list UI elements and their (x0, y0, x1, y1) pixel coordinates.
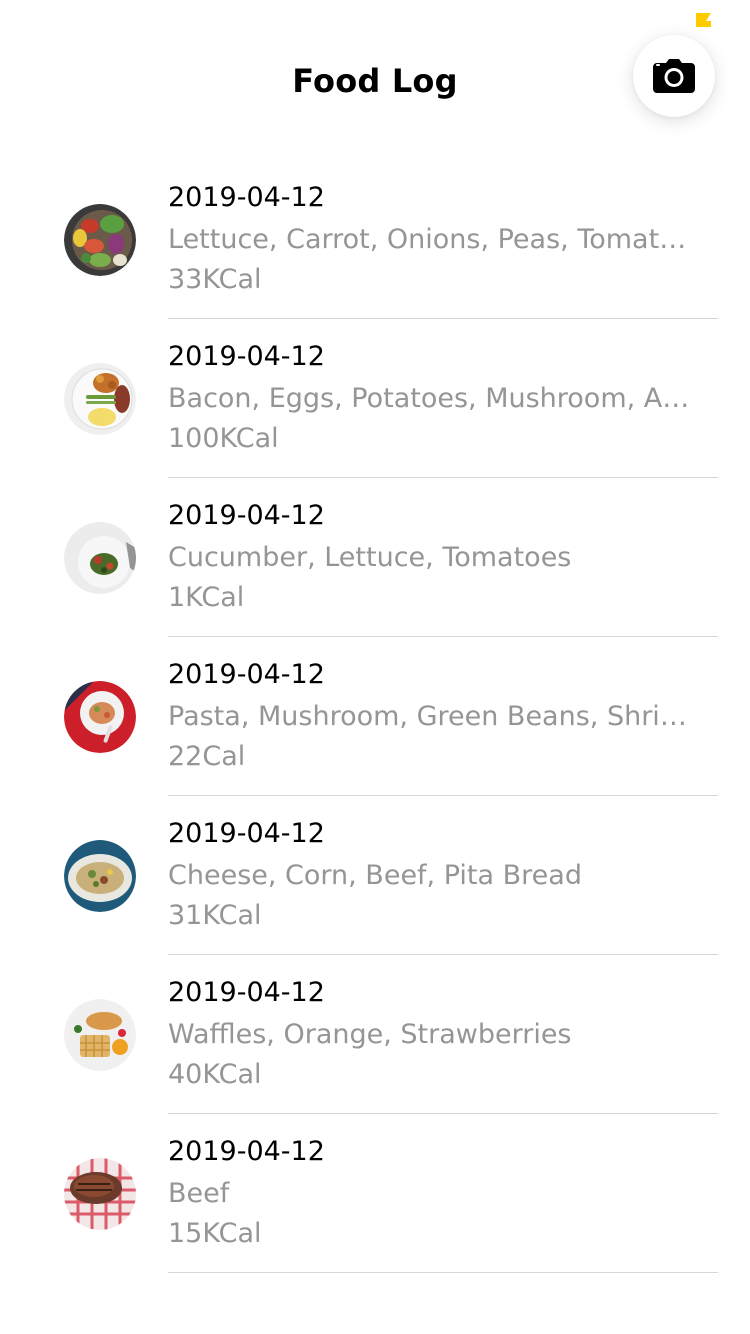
camera-button[interactable] (633, 35, 715, 117)
entry-calories: 22Cal (168, 741, 246, 772)
list-item[interactable]: 2019-04-12 Lettuce, Carrot, Onions, Peas… (0, 160, 750, 319)
beef-roast-thumbnail (64, 1158, 136, 1230)
status-indicator-icon (696, 12, 711, 27)
salad-bowl-thumbnail (64, 204, 136, 276)
entry-ingredients: Beef (168, 1178, 230, 1209)
entry-date: 2019-04-12 (168, 341, 325, 372)
entry-ingredients: Cheese, Corn, Beef, Pita Bread (168, 860, 582, 891)
camera-icon (653, 59, 695, 93)
entry-ingredients: Waffles, Orange, Strawberries (168, 1019, 572, 1050)
entry-calories: 1KCal (168, 582, 245, 613)
list-item[interactable]: 2019-04-12 Beef 15KCal (0, 1114, 750, 1273)
entry-ingredients: Pasta, Mushroom, Green Beans, Shrimp (168, 701, 693, 732)
list-item[interactable]: 2019-04-12 Bacon, Eggs, Potatoes, Mushro… (0, 319, 750, 478)
food-log-list: 2019-04-12 Lettuce, Carrot, Onions, Peas… (0, 160, 750, 1273)
entry-calories: 15KCal (168, 1218, 262, 1249)
entry-date: 2019-04-12 (168, 818, 325, 849)
entry-ingredients: Lettuce, Carrot, Onions, Peas, Tomatoes (168, 224, 693, 255)
waffle-plate-thumbnail (64, 999, 136, 1071)
list-item[interactable]: 2019-04-12 Waffles, Orange, Strawberries… (0, 955, 750, 1114)
pita-plate-thumbnail (64, 840, 136, 912)
entry-date: 2019-04-12 (168, 1136, 325, 1167)
entry-calories: 100KCal (168, 423, 279, 454)
breakfast-plate-thumbnail (64, 363, 136, 435)
green-salad-thumbnail (64, 522, 136, 594)
list-item[interactable]: 2019-04-12 Cucumber, Lettuce, Tomatoes 1… (0, 478, 750, 637)
entry-date: 2019-04-12 (168, 500, 325, 531)
entry-date: 2019-04-12 (168, 977, 325, 1008)
entry-ingredients: Bacon, Eggs, Potatoes, Mushroom, Asparag… (168, 383, 693, 414)
list-item[interactable]: 2019-04-12 Pasta, Mushroom, Green Beans,… (0, 637, 750, 796)
entry-calories: 33KCal (168, 264, 262, 295)
entry-calories: 31KCal (168, 900, 262, 931)
entry-date: 2019-04-12 (168, 659, 325, 690)
entry-date: 2019-04-12 (168, 182, 325, 213)
row-divider (168, 1272, 718, 1273)
entry-ingredients: Cucumber, Lettuce, Tomatoes (168, 542, 572, 573)
pasta-plate-thumbnail (64, 681, 136, 753)
entry-calories: 40KCal (168, 1059, 262, 1090)
list-item[interactable]: 2019-04-12 Cheese, Corn, Beef, Pita Brea… (0, 796, 750, 955)
